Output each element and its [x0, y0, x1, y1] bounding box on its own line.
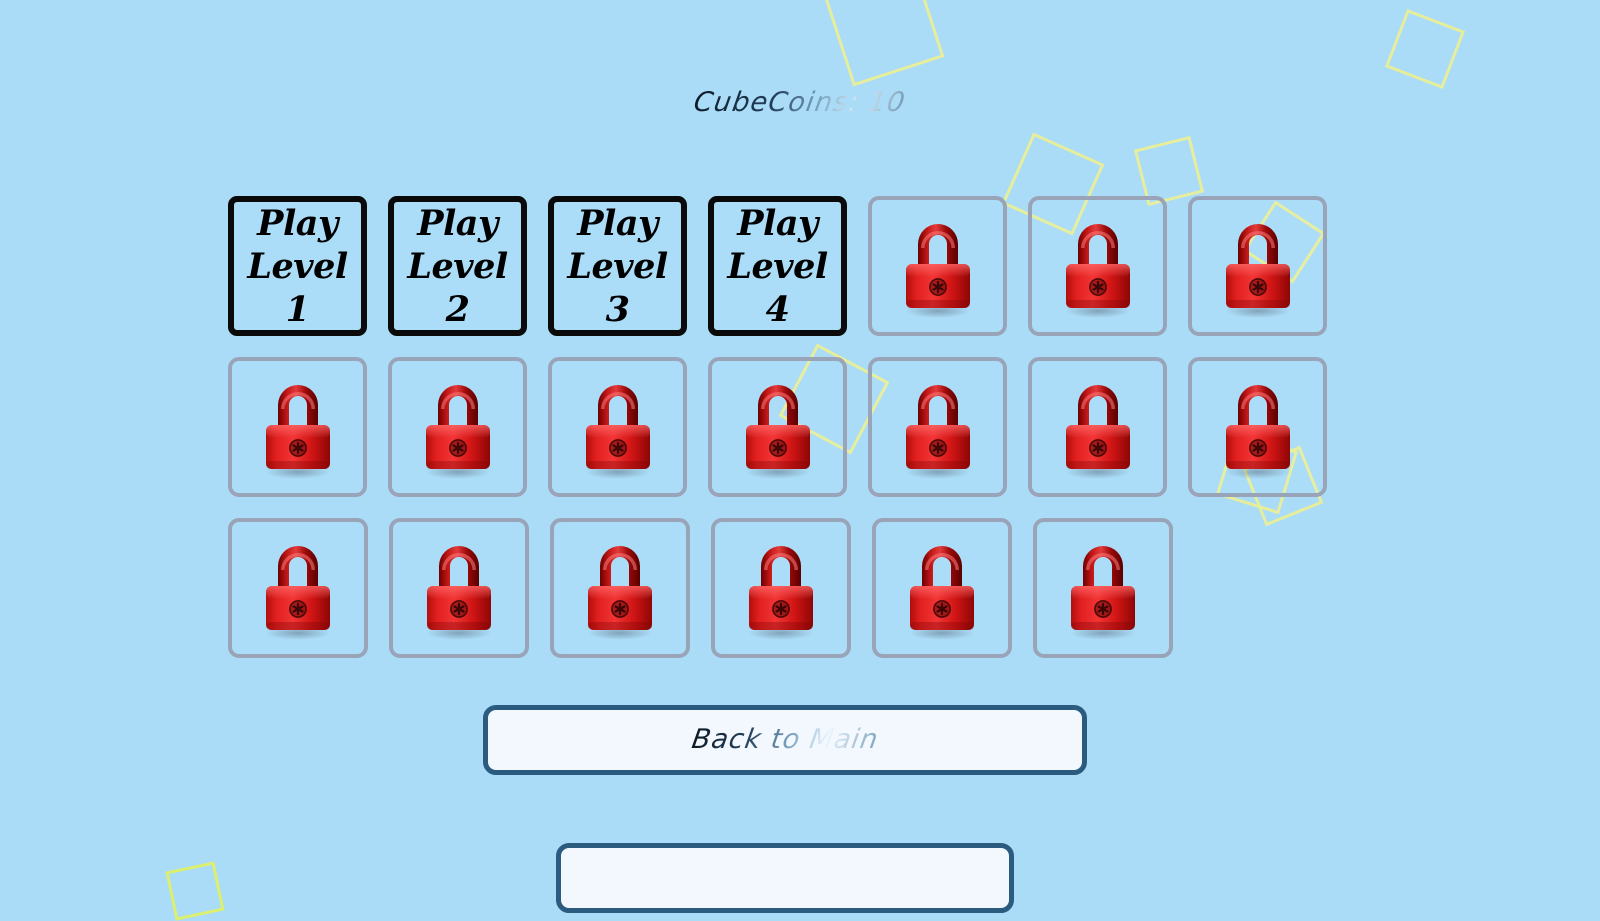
level-button-2[interactable]: Play Level 2	[388, 196, 528, 336]
level-button-locked-20	[1033, 518, 1173, 658]
decor-square	[165, 861, 225, 921]
level-button-locked-15	[228, 518, 368, 658]
lock-icon	[892, 375, 984, 479]
level-button-label: Play Level 2	[407, 202, 508, 330]
game-screen: CubeCoins: 10 Play Level 1 Play Level 2 Pl…	[0, 0, 1600, 921]
level-button-label: Play Level 1	[247, 202, 348, 330]
level-grid: Play Level 1 Play Level 2 Play Level 3 Play…	[228, 196, 1348, 679]
level-button-locked-9	[388, 357, 527, 497]
level-button-locked-18	[711, 518, 851, 658]
lock-icon	[413, 536, 505, 640]
decor-square	[1384, 8, 1466, 90]
secondary-action-button[interactable]	[556, 843, 1014, 913]
lock-icon	[252, 536, 344, 640]
lock-icon	[1212, 214, 1304, 318]
level-button-locked-10	[548, 357, 687, 497]
level-grid-row	[228, 518, 1348, 658]
lock-icon	[1052, 375, 1144, 479]
lock-icon	[732, 375, 824, 479]
level-button-locked-12	[868, 357, 1007, 497]
level-button-locked-8	[228, 357, 367, 497]
level-button-locked-16	[389, 518, 529, 658]
level-button-locked-11	[708, 357, 847, 497]
level-button-locked-17	[550, 518, 690, 658]
level-button-label: Play Level 4	[727, 202, 828, 330]
back-to-main-label: Back to Main	[689, 724, 881, 755]
lock-icon	[896, 536, 988, 640]
coin-counter: CubeCoins: 10	[0, 86, 1600, 120]
level-button-locked-7	[1188, 196, 1328, 336]
lock-icon	[1052, 214, 1144, 318]
level-button-4[interactable]: Play Level 4	[708, 196, 848, 336]
lock-icon	[574, 536, 666, 640]
level-button-label: Play Level 3	[567, 202, 668, 330]
level-button-locked-6	[1028, 196, 1168, 336]
lock-icon	[735, 536, 827, 640]
decor-square	[823, 0, 945, 87]
level-button-1[interactable]: Play Level 1	[228, 196, 368, 336]
level-button-locked-13	[1028, 357, 1167, 497]
lock-icon	[1212, 375, 1304, 479]
lock-icon	[572, 375, 664, 479]
level-grid-row: Play Level 1 Play Level 2 Play Level 3 Play…	[228, 196, 1348, 336]
level-button-locked-5	[868, 196, 1008, 336]
lock-icon	[892, 214, 984, 318]
back-to-main-button[interactable]: Back to Main	[483, 705, 1087, 775]
level-grid-row	[228, 357, 1348, 497]
level-button-3[interactable]: Play Level 3	[548, 196, 688, 336]
lock-icon	[1057, 536, 1149, 640]
lock-icon	[412, 375, 504, 479]
lock-icon	[252, 375, 344, 479]
level-button-locked-14	[1188, 357, 1327, 497]
cubecoins-label: CubeCoins: 10	[691, 87, 909, 118]
level-button-locked-19	[872, 518, 1012, 658]
